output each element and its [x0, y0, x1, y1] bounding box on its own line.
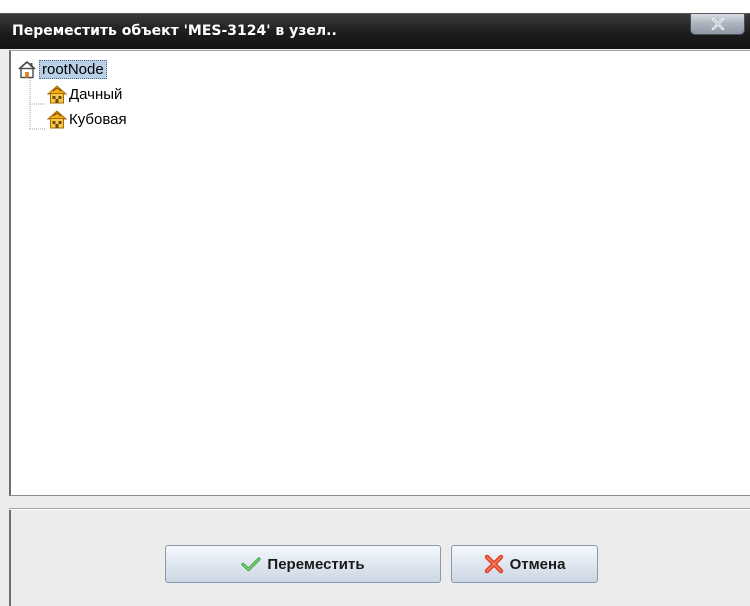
cancel-button-label: Отмена: [509, 555, 566, 573]
title-bar[interactable]: Переместить объект 'MES-3124' в узел..: [0, 13, 750, 49]
home-icon: [17, 60, 37, 79]
move-object-dialog: Переместить объект 'MES-3124' в узел.. r…: [0, 13, 750, 606]
house-group-icon: [47, 84, 67, 104]
tree-node-label: rootNode: [39, 59, 107, 79]
cancel-button[interactable]: Отмена: [451, 545, 598, 583]
cross-icon: [484, 554, 504, 574]
tree-node-root[interactable]: rootNode: [17, 59, 107, 79]
node-tree[interactable]: rootNode Дачный Кубовая: [9, 50, 750, 496]
tree-node-dachny[interactable]: Дачный: [47, 84, 122, 104]
close-icon: [711, 18, 725, 30]
close-button[interactable]: [690, 14, 745, 35]
move-button-label: Переместить: [267, 555, 365, 573]
tree-node-label: Кубовая: [69, 110, 127, 128]
tree-node-kubovaya[interactable]: Кубовая: [47, 109, 127, 129]
checkmark-icon: [241, 556, 262, 572]
tree-node-label: Дачный: [69, 85, 123, 103]
move-button[interactable]: Переместить: [165, 545, 441, 583]
dialog-title: Переместить объект 'MES-3124' в узел..: [12, 23, 337, 39]
house-group-icon: [47, 109, 67, 129]
